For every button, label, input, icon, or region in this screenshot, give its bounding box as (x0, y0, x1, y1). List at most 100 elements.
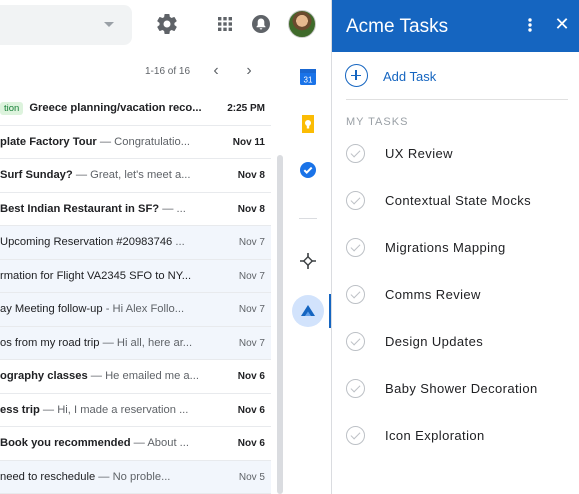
email-snippet: — Congratulatio... (96, 135, 191, 148)
panel-title: Acme Tasks (346, 16, 449, 37)
email-subject: ography classes (0, 370, 88, 382)
rail-divider (299, 218, 317, 219)
scrollbar[interactable] (277, 155, 283, 494)
email-label-tag: tion (0, 102, 24, 115)
email-snippet: ... (172, 236, 185, 248)
svg-text:31: 31 (304, 76, 313, 85)
add-icon (345, 64, 368, 87)
settings-icon[interactable] (155, 12, 179, 36)
email-row[interactable]: ography classes — He emailed me a... Nov … (0, 360, 271, 394)
acme-tasks-panel: Acme Tasks ✕ Add Task MY TASKS UX Review… (331, 0, 579, 494)
add-addon-icon[interactable] (296, 249, 320, 273)
email-summary: Upcoming Reservation #20983746 ... (0, 236, 230, 248)
chevron-right-icon[interactable]: › (239, 62, 259, 82)
tasks-icon[interactable] (296, 158, 320, 182)
email-date: Nov 8 (237, 203, 265, 215)
pagination: 1-16 of 16 ‹ › (0, 52, 285, 92)
email-row[interactable]: plate Factory Tour — Congratulatio... Nov… (0, 126, 271, 159)
email-snippet: — ... (159, 202, 186, 215)
email-summary: rmation for Flight VA2345 SFO to NY... (0, 270, 230, 282)
side-panel-rail: 31 (285, 52, 332, 494)
keep-icon[interactable] (296, 112, 320, 136)
task-checkbox-icon[interactable] (346, 144, 365, 163)
email-row[interactable]: Upcoming Reservation #20983746 ... Nov 7 (0, 226, 271, 260)
task-item[interactable]: Baby Shower Decoration (346, 376, 566, 402)
notifications-icon[interactable] (249, 12, 273, 36)
calendar-icon[interactable]: 31 (296, 65, 320, 89)
email-subject: ay Meeting follow-up (0, 303, 103, 315)
email-snippet: — Hi all, here ar... (99, 336, 193, 349)
email-date: 2:25 PM (227, 103, 265, 114)
user-avatar[interactable] (288, 10, 316, 38)
task-label: Icon Exploration (385, 428, 485, 443)
email-subject: os from my road trip (0, 336, 100, 349)
gmail-top-bar (0, 0, 285, 52)
task-checkbox-icon[interactable] (346, 285, 365, 304)
email-row[interactable]: rmation for Flight VA2345 SFO to NY... No… (0, 259, 271, 293)
add-task-label: Add Task (383, 69, 437, 84)
more-options-icon[interactable] (523, 14, 537, 36)
email-snippet: - Hi Alex Follo... (102, 303, 185, 315)
email-summary: Surf Sunday? — Great, let's meet a... (0, 169, 230, 181)
email-row[interactable]: Best Indian Restaurant in SF? — ... Nov 8 (0, 193, 271, 226)
task-label: Design Updates (385, 334, 484, 349)
email-summary: Best Indian Restaurant in SF? — ... (0, 203, 230, 215)
email-subject: plate Factory Tour (0, 135, 97, 148)
email-subject: need to reschedule (0, 470, 96, 483)
task-checkbox-icon[interactable] (346, 238, 365, 257)
email-row[interactable]: ay Meeting follow-up - Hi Alex Follo... N… (0, 293, 271, 327)
task-checkbox-icon[interactable] (346, 426, 365, 445)
email-subject: rmation for Flight VA2345 SFO to NY... (0, 269, 192, 282)
task-item[interactable]: Comms Review (346, 282, 566, 308)
email-subject: Upcoming Reservation #20983746 (0, 236, 173, 248)
section-heading: MY TASKS (346, 116, 409, 128)
chevron-left-icon[interactable]: ‹ (206, 62, 226, 82)
task-item[interactable]: UX Review (346, 141, 566, 167)
panel-divider (346, 99, 568, 100)
email-subject: ess trip (0, 403, 40, 416)
email-summary: os from my road trip — Hi all, here ar..… (0, 337, 230, 349)
panel-header: Acme Tasks ✕ (332, 0, 579, 52)
email-subject: Greece planning/vacation reco... (29, 102, 202, 114)
email-snippet: — No proble... (95, 470, 171, 483)
email-date: Nov 7 (238, 237, 265, 248)
email-subject: Surf Sunday? (0, 169, 73, 181)
search-options-icon[interactable] (104, 22, 114, 27)
task-checkbox-icon[interactable] (346, 191, 365, 210)
email-subject: Book you recommended (0, 437, 131, 449)
apps-grid-icon[interactable] (213, 12, 237, 36)
email-row[interactable]: need to reschedule — No proble... Nov 5 (0, 460, 271, 494)
email-date: Nov 5 (238, 471, 265, 483)
email-row[interactable]: ess trip — Hi, I made a reservation ... N… (0, 394, 271, 427)
email-snippet: — He emailed me a... (87, 370, 199, 382)
email-row[interactable]: Book you recommended — About ... Nov 6 (0, 427, 271, 461)
email-date: Nov 11 (232, 136, 265, 148)
email-date: Nov 8 (237, 170, 265, 181)
task-checkbox-icon[interactable] (346, 379, 365, 398)
close-icon[interactable]: ✕ (554, 13, 570, 35)
email-row[interactable]: Surf Sunday? — Great, let's meet a... Nov… (0, 159, 271, 193)
email-summary: Book you recommended — About ... (0, 437, 230, 449)
email-summary: ography classes — He emailed me a... (0, 370, 230, 382)
email-row[interactable]: os from my road trip — Hi all, here ar..… (0, 326, 271, 360)
task-checkbox-icon[interactable] (346, 332, 365, 351)
email-summary: plate Factory Tour — Congratulatio... (0, 136, 230, 148)
task-item[interactable]: Icon Exploration (346, 423, 566, 449)
task-item[interactable]: Contextual State Mocks (346, 188, 566, 214)
email-summary: need to reschedule — No proble... (0, 471, 230, 483)
email-snippet: — Hi, I made a reservation ... (39, 403, 189, 416)
add-task-button[interactable]: Add Task (345, 63, 565, 89)
acme-addon-icon[interactable] (292, 295, 324, 327)
email-summary: tion Greece planning/vacation reco... (0, 102, 230, 115)
task-label: Migrations Mapping (385, 240, 506, 255)
task-item[interactable]: Migrations Mapping (346, 235, 566, 261)
email-date: Nov 7 (238, 270, 265, 282)
email-row[interactable]: tion Greece planning/vacation reco... 2:25… (0, 92, 271, 126)
email-date: Nov 6 (237, 371, 265, 382)
task-label: Comms Review (385, 287, 481, 302)
email-summary: ess trip — Hi, I made a reservation ... (0, 404, 230, 416)
email-date: Nov 7 (238, 304, 265, 315)
search-bar[interactable] (0, 5, 132, 45)
email-subject: Best Indian Restaurant in SF? (0, 202, 160, 215)
task-item[interactable]: Design Updates (346, 329, 566, 355)
